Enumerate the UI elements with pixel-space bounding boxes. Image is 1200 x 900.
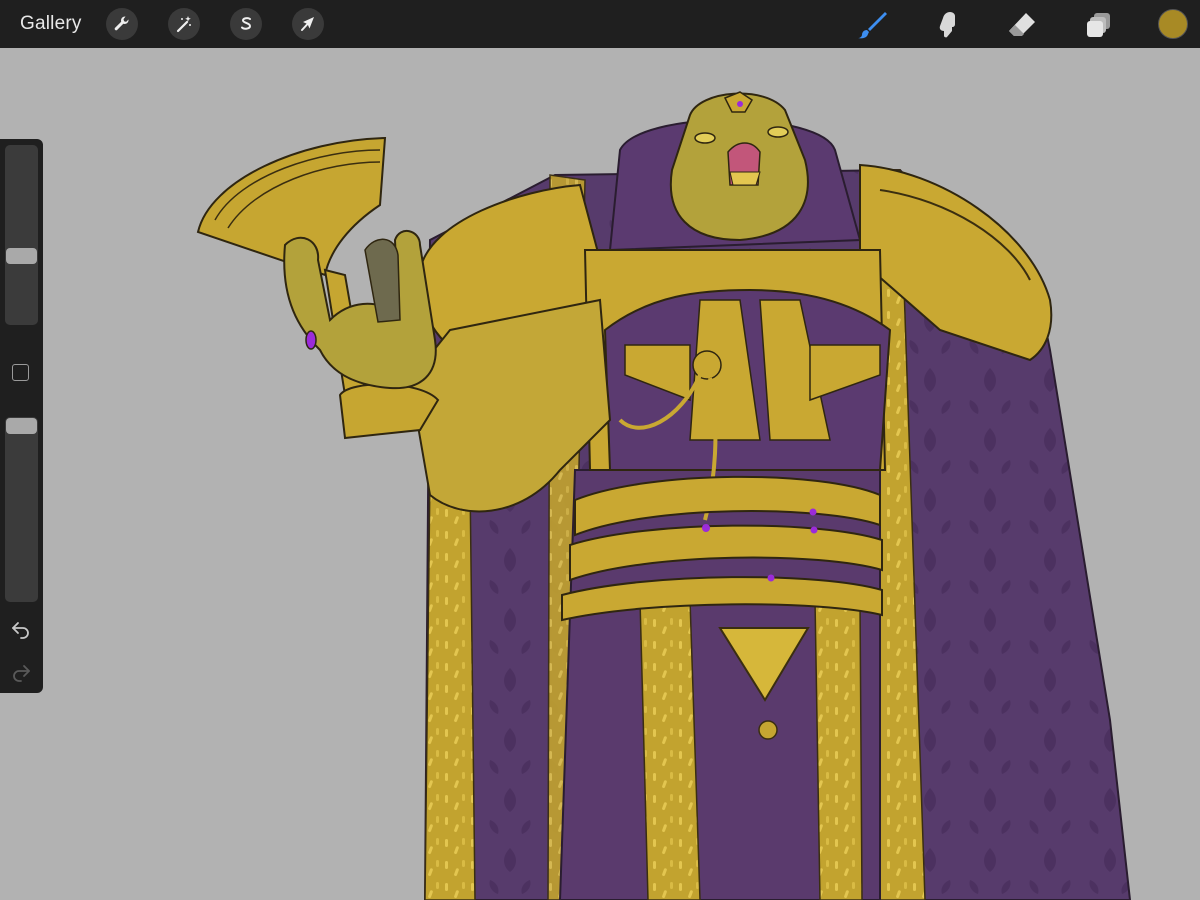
- undo-button[interactable]: [8, 616, 34, 642]
- brush-sidebar: [0, 139, 43, 693]
- actions-button[interactable]: [106, 8, 138, 40]
- undo-icon: [12, 622, 29, 639]
- top-toolbar: Gallery: [0, 0, 1200, 48]
- layers-button[interactable]: [1082, 8, 1116, 42]
- brush-opacity-slider[interactable]: [5, 417, 38, 602]
- brush-size-thumb[interactable]: [6, 248, 37, 265]
- wrench-icon: [114, 16, 129, 31]
- brush-icon: [858, 12, 887, 39]
- redo-icon: [13, 665, 30, 682]
- brush-tool-button[interactable]: [855, 8, 889, 42]
- magic-wand-icon: [176, 16, 191, 33]
- selection-icon: [241, 17, 252, 30]
- eraser-icon: [1009, 13, 1035, 36]
- brush-opacity-thumb[interactable]: [6, 418, 37, 434]
- layers-icon: [1087, 13, 1110, 37]
- eraser-tool-button[interactable]: [1005, 8, 1039, 42]
- transform-arrow-icon: [301, 17, 314, 31]
- modify-button[interactable]: [12, 364, 29, 381]
- adjustments-button[interactable]: [168, 8, 200, 40]
- brush-size-slider[interactable]: [5, 145, 38, 325]
- smudge-icon: [939, 12, 955, 38]
- color-swatch[interactable]: [1158, 9, 1188, 39]
- gallery-button[interactable]: Gallery: [20, 13, 82, 35]
- smudge-tool-button[interactable]: [930, 8, 964, 42]
- drawing-canvas[interactable]: [0, 48, 1200, 900]
- artwork-illustration: [196, 91, 1132, 900]
- transform-button[interactable]: [292, 8, 324, 40]
- selection-button[interactable]: [230, 8, 262, 40]
- redo-button[interactable]: [8, 659, 34, 685]
